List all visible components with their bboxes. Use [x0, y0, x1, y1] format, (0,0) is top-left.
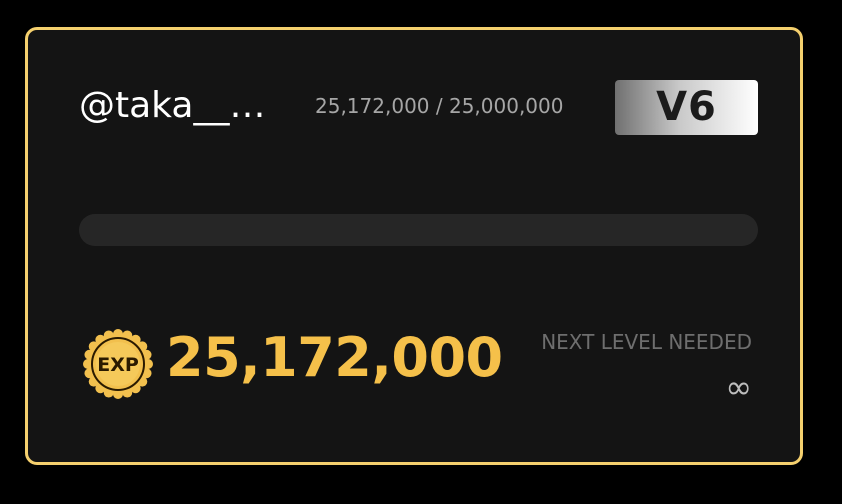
username: @taka__c...	[79, 85, 279, 126]
next-level-value: ∞	[725, 368, 752, 406]
exp-amount: 25,172,000	[166, 326, 503, 389]
svg-text:EXP: EXP	[97, 354, 139, 376]
exp-progress-bar	[79, 214, 758, 246]
exp-progress-text: 25,172,000 / 25,000,000	[315, 94, 564, 118]
exp-coin-icon: EXP	[83, 329, 153, 399]
next-level-label: NEXT LEVEL NEEDED	[541, 330, 752, 354]
vip-level-badge: V6	[615, 80, 758, 135]
exp-progress-fill	[79, 214, 758, 246]
vip-level-card: @taka__c... 25,172,000 / 25,000,000 V6 E…	[25, 27, 803, 465]
